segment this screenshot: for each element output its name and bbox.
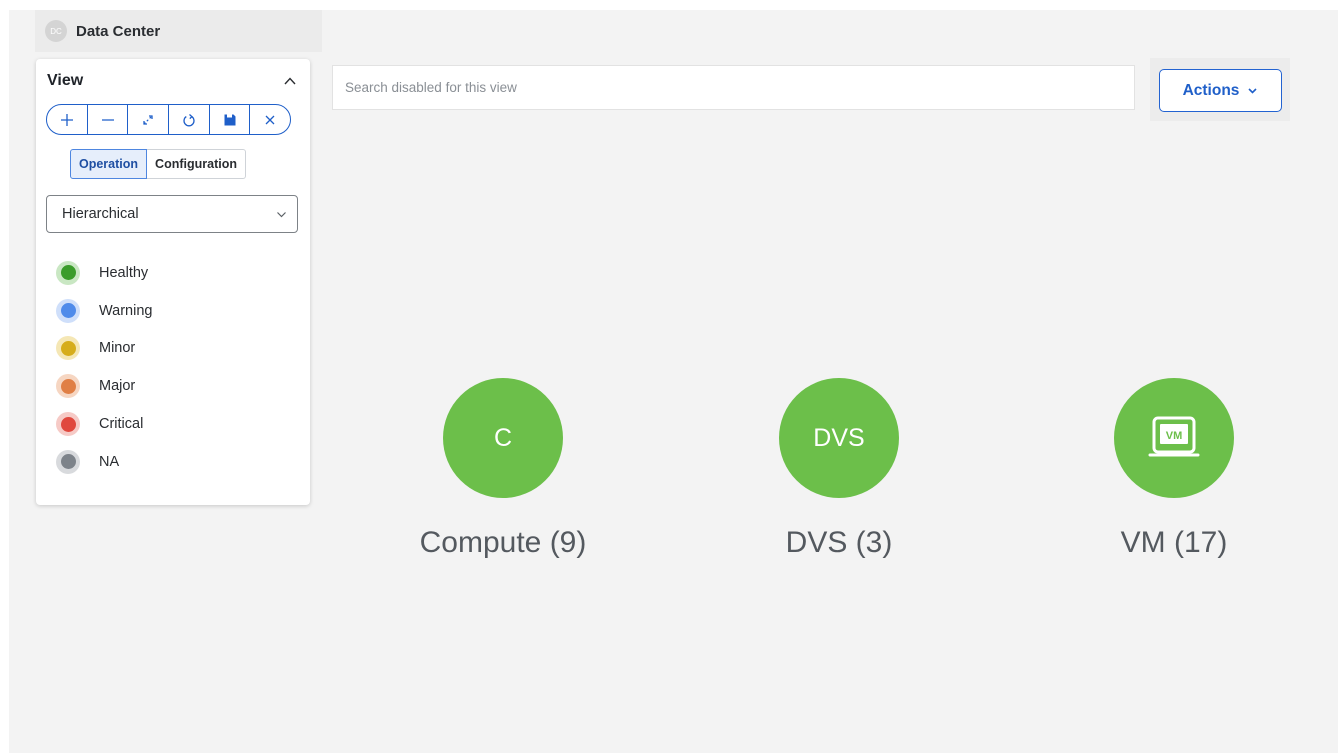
legend-item-na: NA — [56, 443, 152, 481]
close-button[interactable] — [250, 105, 290, 134]
status-dot-warning — [56, 298, 80, 323]
fit-to-screen-button[interactable] — [128, 105, 170, 134]
dvs-node-glyph: DVS — [813, 423, 865, 452]
dvs-node-label: DVS (3) — [785, 526, 893, 559]
zoom-out-button[interactable] — [88, 105, 129, 134]
status-dot-critical — [56, 412, 80, 437]
layout-select[interactable]: Hierarchical — [46, 195, 298, 233]
compute-node-circle[interactable]: C — [443, 378, 563, 498]
mode-toggle: Operation Configuration — [70, 149, 246, 179]
legend-item-warning: Warning — [56, 292, 152, 330]
legend-item-minor: Minor — [56, 330, 152, 368]
legend-label: Warning — [99, 302, 153, 319]
legend-label: Critical — [99, 416, 144, 433]
legend-item-healthy: Healthy — [56, 254, 152, 292]
legend-item-critical: Critical — [56, 405, 152, 443]
avatar: DC — [45, 20, 67, 42]
status-dot-na — [56, 449, 80, 474]
panel-title: View — [47, 72, 84, 89]
operation-tab[interactable]: Operation — [70, 149, 148, 179]
status-dot-major — [56, 374, 80, 399]
chevron-up-icon[interactable] — [282, 73, 298, 89]
actions-label: Actions — [1182, 81, 1240, 99]
health-legend: Healthy Warning Minor Major Critical NA — [56, 254, 152, 481]
breadcrumb-title[interactable]: Data Center — [76, 23, 160, 40]
breadcrumb[interactable]: DC Data Center — [35, 10, 322, 52]
layout-select-value: Hierarchical — [62, 206, 139, 222]
vm-monitor-icon: VM — [1148, 416, 1200, 457]
save-icon — [224, 114, 236, 125]
canvas: DC Data Center View Operation Configurat… — [9, 10, 1338, 753]
plus-icon — [60, 113, 73, 126]
node-dvs: DVS DVS (3) — [739, 378, 939, 560]
close-icon — [265, 115, 275, 124]
search-input[interactable]: Search disabled for this view — [332, 65, 1135, 110]
status-dot-healthy — [56, 260, 80, 285]
vm-node-label: VM (17) — [1120, 526, 1228, 559]
save-button[interactable] — [210, 105, 251, 134]
vm-node-glyph: VM — [1166, 430, 1183, 442]
minus-icon — [101, 118, 114, 121]
zoom-toolbar — [46, 104, 291, 135]
refresh-icon — [183, 113, 195, 126]
actions-container: Actions — [1150, 58, 1290, 121]
chevron-down-icon — [1248, 88, 1257, 94]
actions-button[interactable]: Actions — [1159, 69, 1282, 112]
zoom-in-button[interactable] — [47, 105, 88, 134]
compute-node-glyph: C — [493, 423, 513, 452]
legend-label: Minor — [99, 340, 136, 357]
compute-node-label: Compute (9) — [419, 526, 587, 559]
expand-icon — [143, 114, 153, 125]
refresh-button[interactable] — [169, 105, 210, 134]
configuration-tab[interactable]: Configuration — [147, 149, 246, 179]
status-dot-minor — [56, 336, 80, 361]
legend-label: Healthy — [99, 264, 149, 281]
vm-node-circle[interactable]: VM — [1114, 378, 1234, 498]
node-vm: VM VM (17) — [1074, 378, 1274, 560]
node-compute: C Compute (9) — [403, 378, 603, 560]
chevron-down-icon — [277, 212, 286, 218]
legend-item-major: Major — [56, 367, 152, 405]
view-panel: View Operation Configuration Hierarchica… — [36, 59, 310, 505]
dvs-node-circle[interactable]: DVS — [779, 378, 899, 498]
legend-label: NA — [99, 453, 120, 470]
legend-label: Major — [99, 378, 136, 395]
